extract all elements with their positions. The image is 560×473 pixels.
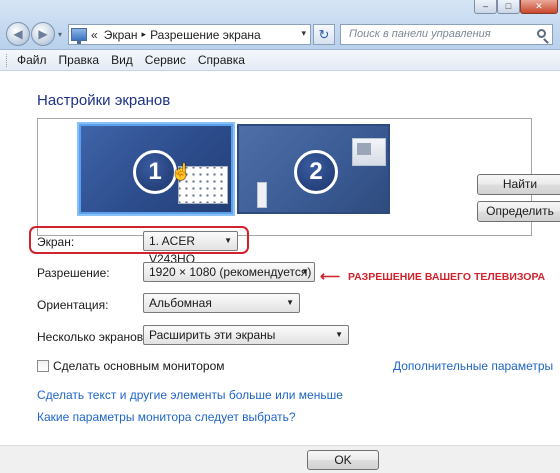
monitor-1[interactable]: 1 ☝ bbox=[79, 124, 233, 214]
menu-edit[interactable]: Правка bbox=[53, 53, 106, 67]
forward-arrow-icon: ▶ bbox=[38, 27, 48, 41]
menu-tools[interactable]: Сервис bbox=[139, 53, 192, 67]
breadcrumb-separator-icon[interactable]: ▸ bbox=[142, 29, 147, 40]
multiple-displays-select[interactable]: Расширить эти экраны ▼ bbox=[143, 325, 349, 345]
chevron-down-icon: ▼ bbox=[335, 330, 343, 339]
menu-help[interactable]: Справка bbox=[192, 53, 251, 67]
breadcrumb-screen-resolution[interactable]: Разрешение экрана bbox=[150, 28, 261, 42]
chevron-down-icon: ▼ bbox=[301, 267, 309, 276]
menu-grip bbox=[6, 53, 9, 67]
annotation-arrow-icon: ⟵ bbox=[320, 268, 341, 284]
control-panel-icon bbox=[71, 28, 87, 44]
hand-cursor-icon: ☝ bbox=[171, 164, 191, 181]
breadcrumb-display[interactable]: Экран bbox=[104, 28, 138, 42]
menu-file[interactable]: Файл bbox=[11, 53, 53, 67]
ok-button[interactable]: OK bbox=[307, 450, 379, 470]
advanced-settings-link[interactable]: Дополнительные параметры bbox=[393, 359, 553, 373]
display-select[interactable]: 1. ACER V243HQ ▼ bbox=[143, 231, 238, 266]
text-size-link[interactable]: Сделать текст и другие элементы больше и… bbox=[37, 388, 343, 402]
search-input[interactable]: Поиск в панели управления bbox=[340, 24, 553, 45]
which-settings-link[interactable]: Какие параметры монитора следует выбрать… bbox=[37, 410, 296, 424]
primary-monitor-label[interactable]: Сделать основным монитором bbox=[53, 359, 225, 373]
chevron-down-icon: ▼ bbox=[224, 236, 232, 245]
close-button[interactable]: ✕ bbox=[520, 0, 558, 14]
resolution-label: Разрешение: bbox=[37, 266, 110, 280]
search-icon[interactable] bbox=[537, 29, 546, 38]
primary-monitor-checkbox[interactable] bbox=[37, 360, 49, 372]
maximize-button[interactable]: □ bbox=[497, 0, 520, 14]
find-button[interactable]: Найти bbox=[477, 174, 560, 195]
address-dropdown-icon[interactable]: ▾ bbox=[301, 28, 306, 39]
menu-bar: Файл Правка Вид Сервис Справка bbox=[0, 50, 560, 71]
taskbar-preview-icon bbox=[257, 182, 267, 208]
forward-button[interactable]: ▶ bbox=[31, 22, 55, 46]
address-prefix[interactable]: « bbox=[91, 28, 98, 42]
search-placeholder: Поиск в панели управления bbox=[349, 28, 491, 40]
identify-button[interactable]: Определить bbox=[477, 201, 560, 222]
minimize-button[interactable]: – bbox=[474, 0, 497, 14]
window-top-bar: – □ ✕ ◀ ▶ ▾ « Экран ▸ Разрешение экрана … bbox=[0, 0, 560, 50]
chevron-down-icon: ▼ bbox=[286, 298, 294, 307]
back-button[interactable]: ◀ bbox=[6, 22, 30, 46]
page-title: Настройки экранов bbox=[37, 92, 171, 109]
address-bar[interactable]: « Экран ▸ Разрешение экрана ▾ bbox=[68, 24, 311, 45]
orientation-label: Ориентация: bbox=[37, 298, 109, 312]
display-arrangement-panel: 1 ☝ 2 Найти Определить bbox=[37, 118, 560, 236]
window-preview-icon bbox=[352, 138, 386, 166]
annotation-text: РАЗРЕШЕНИЕ ВАШЕГО ТЕЛЕВИЗОРА bbox=[348, 271, 546, 283]
recent-pages-dropdown[interactable]: ▾ bbox=[58, 30, 62, 39]
multiple-displays-select-value: Расширить эти экраны bbox=[149, 328, 276, 342]
resolution-select[interactable]: 1920 × 1080 (рекомендуется) ▼ bbox=[143, 262, 315, 282]
refresh-button[interactable]: ↻ bbox=[313, 24, 335, 45]
dialog-footer: OK bbox=[0, 445, 560, 473]
refresh-icon: ↻ bbox=[318, 27, 330, 42]
display-label: Экран: bbox=[37, 235, 75, 249]
orientation-select[interactable]: Альбомная ▼ bbox=[143, 293, 300, 313]
resolution-select-value: 1920 × 1080 (рекомендуется) bbox=[149, 265, 312, 279]
monitor-2-number: 2 bbox=[294, 150, 338, 194]
back-arrow-icon: ◀ bbox=[13, 27, 23, 41]
menu-view[interactable]: Вид bbox=[105, 53, 139, 67]
content-area: Настройки экранов 1 ☝ 2 Найти Определить… bbox=[0, 72, 560, 473]
orientation-select-value: Альбомная bbox=[149, 296, 212, 310]
multiple-displays-label: Несколько экранов: bbox=[37, 330, 147, 344]
monitor-2[interactable]: 2 bbox=[237, 124, 390, 214]
